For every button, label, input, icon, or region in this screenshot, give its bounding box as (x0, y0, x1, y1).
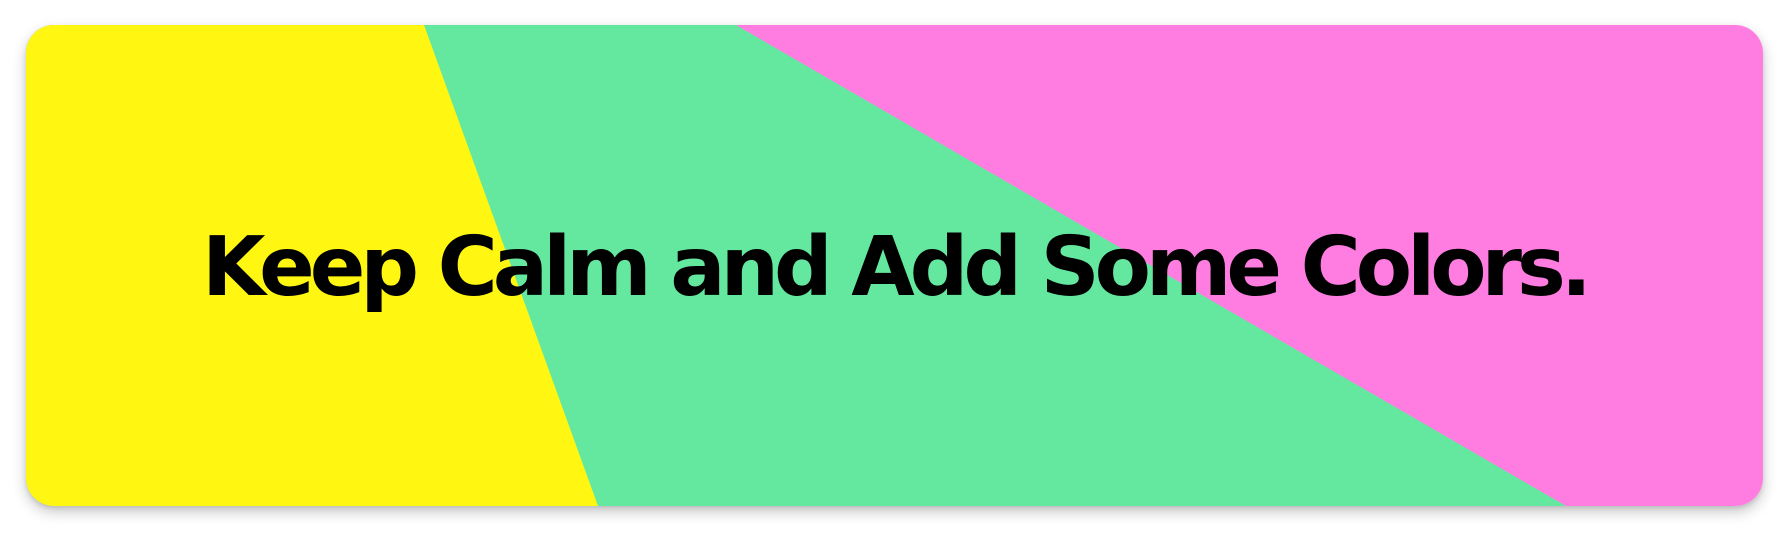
color-banner: Keep Calm and Add Some Colors. (26, 25, 1763, 506)
banner-headline: Keep Calm and Add Some Colors. (202, 220, 1592, 315)
